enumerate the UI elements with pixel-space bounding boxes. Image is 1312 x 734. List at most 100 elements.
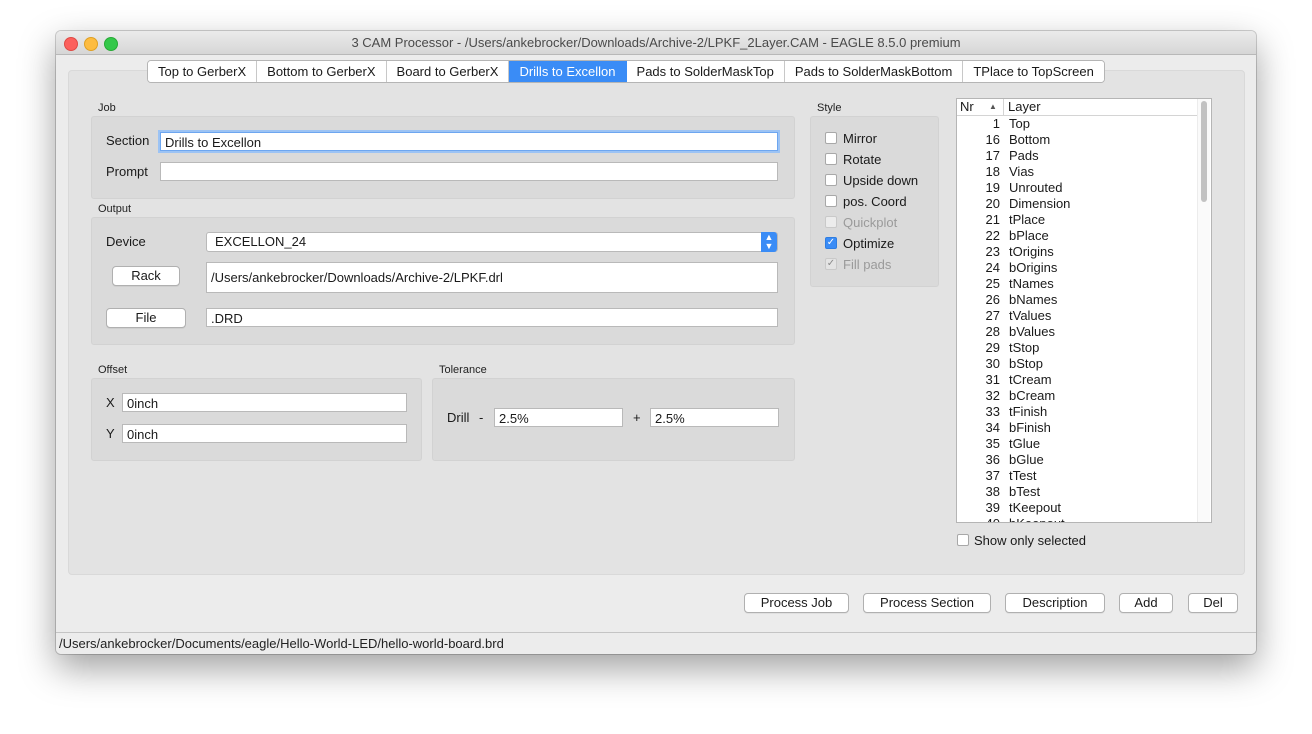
layer-name: bValues	[1009, 324, 1056, 339]
layer-name: bStop	[1009, 356, 1043, 371]
layer-row[interactable]: 32 bCream	[957, 388, 1197, 404]
layer-name: tFinish	[1009, 404, 1048, 419]
layer-row[interactable]: 34 bFinish	[957, 420, 1197, 436]
layer-row[interactable]: 20 Dimension	[957, 196, 1197, 212]
column-header-nr[interactable]: Nr	[960, 99, 974, 114]
layer-row[interactable]: 35 tGlue	[957, 436, 1197, 452]
layer-row[interactable]: 25 tNames	[957, 276, 1197, 292]
file-button[interactable]: File	[106, 308, 186, 328]
chevron-up-down-icon: ▲ ▼	[761, 232, 777, 252]
layer-name: tCream	[1009, 372, 1052, 387]
zoom-window-button[interactable]	[104, 37, 118, 51]
optimize-checkbox[interactable]: ✓	[825, 237, 837, 249]
column-separator	[1003, 99, 1004, 115]
tab-top-to-gerberx[interactable]: Top to GerberX	[148, 61, 258, 82]
layer-number: 25	[985, 276, 1000, 291]
layer-number: 18	[985, 164, 1000, 179]
layer-name: bNames	[1009, 292, 1058, 307]
device-select[interactable]: EXCELLON_24 ▲ ▼	[206, 232, 778, 252]
close-window-button[interactable]	[64, 37, 78, 51]
layer-row[interactable]: 26 bNames	[957, 292, 1197, 308]
layer-number: 28	[985, 324, 1000, 339]
layer-row[interactable]: 38 bTest	[957, 484, 1197, 500]
plus-sign: +	[633, 410, 641, 425]
tab-board-to-gerberx[interactable]: Board to GerberX	[386, 61, 510, 82]
process-job-button[interactable]: Process Job	[744, 593, 849, 613]
layer-row[interactable]: 16 Bottom	[957, 132, 1197, 148]
process-section-button[interactable]: Process Section	[863, 593, 991, 613]
show-only-selected-checkbox[interactable]	[957, 534, 969, 546]
tolerance-plus-input[interactable]: 2.5%	[650, 408, 779, 427]
layer-row[interactable]: 1 Top	[957, 116, 1197, 132]
minimize-window-button[interactable]	[84, 37, 98, 51]
layer-row[interactable]: 19 Unrouted	[957, 180, 1197, 196]
pos-coord-label: pos. Coord	[843, 194, 907, 209]
tab-pads-to-soldermasktop[interactable]: Pads to SolderMaskTop	[626, 61, 785, 82]
layer-number: 22	[985, 228, 1000, 243]
layer-number: 39	[985, 500, 1000, 515]
layer-number: 33	[985, 404, 1000, 419]
tab-pads-to-soldermaskbottom[interactable]: Pads to SolderMaskBottom	[784, 61, 964, 82]
tab-bottom-to-gerberx[interactable]: Bottom to GerberX	[257, 61, 387, 82]
quickplot-checkbox	[825, 216, 837, 228]
layer-name: Top	[1009, 116, 1030, 131]
layer-row[interactable]: 28 bValues	[957, 324, 1197, 340]
rotate-checkbox[interactable]	[825, 153, 837, 165]
layer-name: tOrigins	[1009, 244, 1054, 259]
add-button[interactable]: Add	[1119, 593, 1173, 613]
tolerance-minus-input[interactable]: 2.5%	[494, 408, 623, 427]
layer-name: Dimension	[1009, 196, 1071, 211]
layer-row[interactable]: 29 tStop	[957, 340, 1197, 356]
layer-row[interactable]: 17 Pads	[957, 148, 1197, 164]
layer-row[interactable]: 23 tOrigins	[957, 244, 1197, 260]
file-input[interactable]: .DRD	[206, 308, 778, 327]
layer-number: 26	[985, 292, 1000, 307]
layer-row[interactable]: 24 bOrigins	[957, 260, 1197, 276]
offset-y-input[interactable]: 0inch	[122, 424, 407, 443]
layer-name: tStop	[1009, 340, 1040, 355]
layer-name: tKeepout	[1009, 500, 1062, 515]
scrollbar-thumb[interactable]	[1201, 101, 1207, 202]
optimize-label: Optimize	[843, 236, 895, 251]
layer-number: 32	[985, 388, 1000, 403]
tab-drills-to-excellon[interactable]: Drills to Excellon	[509, 61, 627, 82]
layer-list-scrollbar[interactable]	[1197, 99, 1210, 522]
layer-row[interactable]: 27 tValues	[957, 308, 1197, 324]
layer-row[interactable]: 30 bStop	[957, 356, 1197, 372]
status-file-path: /Users/ankebrocker/Documents/eagle/Hello…	[59, 636, 504, 651]
section-tabs: Top to GerberX Bottom to GerberX Board t…	[147, 60, 1105, 83]
layer-row[interactable]: 21 tPlace	[957, 212, 1197, 228]
prompt-input[interactable]	[160, 162, 778, 181]
layer-list[interactable]: Nr ▲ Layer 1 Top 16 Bottom 17 Pads 18 Vias 19 Unr…	[956, 98, 1212, 523]
layer-row[interactable]: 22 bPlace	[957, 228, 1197, 244]
layer-number: 35	[985, 436, 1000, 451]
tolerance-group-label: Tolerance	[439, 364, 487, 376]
pos-coord-checkbox[interactable]	[825, 195, 837, 207]
del-button[interactable]: Del	[1188, 593, 1238, 613]
layer-row[interactable]: 31 tCream	[957, 372, 1197, 388]
layer-name: bTest	[1009, 484, 1041, 499]
layer-name: bOrigins	[1009, 260, 1058, 275]
tab-tplace-to-topscreen[interactable]: TPlace to TopScreen	[963, 61, 1104, 82]
offset-x-input[interactable]: 0inch	[122, 393, 407, 412]
layer-row[interactable]: 33 tFinish	[957, 404, 1197, 420]
layer-number: 40	[986, 516, 1000, 522]
job-group-label: Job	[98, 102, 116, 114]
layer-row[interactable]: 36 bGlue	[957, 452, 1197, 468]
description-button[interactable]: Description	[1005, 593, 1105, 613]
column-header-layer[interactable]: Layer	[1008, 99, 1041, 114]
title-bar[interactable]: 3 CAM Processor - /Users/ankebrocker/Dow…	[56, 31, 1256, 55]
layer-number: 24	[985, 260, 1000, 275]
layer-number: 21	[985, 212, 1000, 227]
upside-down-checkbox[interactable]	[825, 174, 837, 186]
rack-button[interactable]: Rack	[112, 266, 180, 286]
mirror-checkbox[interactable]	[825, 132, 837, 144]
section-input[interactable]: Drills to Excellon	[160, 132, 778, 151]
rack-path-input[interactable]: /Users/ankebrocker/Downloads/Archive-2/L…	[206, 262, 778, 293]
layer-row[interactable]: 18 Vias	[957, 164, 1197, 180]
minus-sign: -	[479, 410, 484, 425]
layer-row[interactable]: 37 tTest	[957, 468, 1197, 484]
layer-row[interactable]: 40 bKeepout	[957, 516, 1197, 522]
show-only-selected-label: Show only selected	[974, 533, 1087, 548]
layer-row[interactable]: 39 tKeepout	[957, 500, 1197, 516]
